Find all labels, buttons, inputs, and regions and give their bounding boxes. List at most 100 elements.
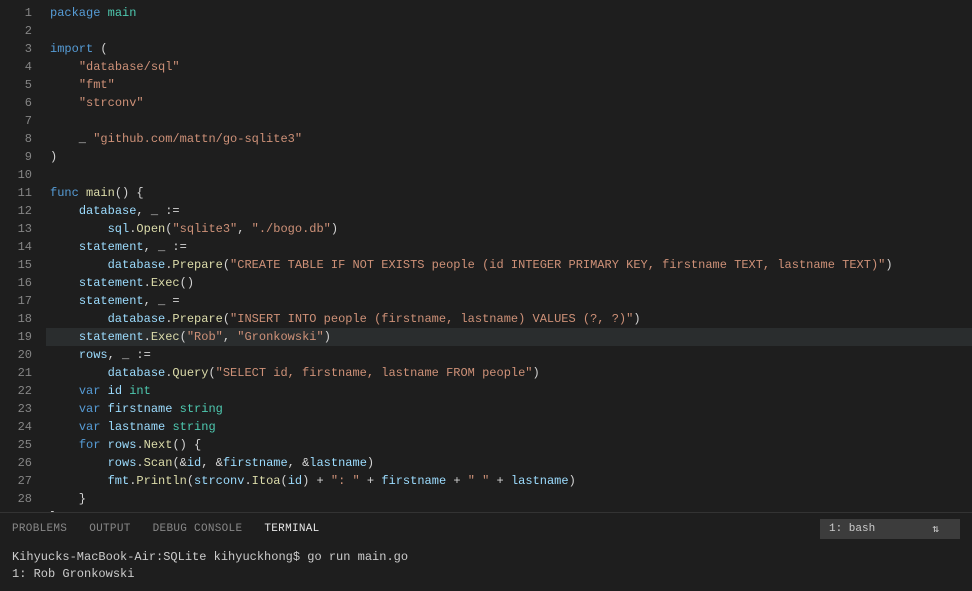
code-line[interactable]: import ( — [50, 40, 972, 58]
line-number: 14 — [0, 238, 32, 256]
token-pln: ) — [50, 150, 57, 164]
code-line[interactable] — [50, 166, 972, 184]
token-id: rows — [108, 438, 137, 452]
token-str: "fmt" — [79, 78, 115, 92]
line-number: 28 — [0, 490, 32, 508]
code-line[interactable]: statement.Exec() — [50, 274, 972, 292]
token-pln: ) — [885, 258, 892, 272]
token-pln — [50, 312, 108, 326]
token-pln — [50, 330, 79, 344]
token-pln: ) — [533, 366, 540, 380]
token-typ: string — [180, 402, 223, 416]
code-line[interactable]: var lastname string — [50, 418, 972, 436]
token-id: rows — [108, 456, 137, 470]
line-number: 7 — [0, 112, 32, 130]
code-line[interactable]: ) — [50, 148, 972, 166]
token-pln — [172, 402, 179, 416]
terminal-selector-label: 1: bash — [829, 523, 875, 535]
panel-tabs: PROBLEMS OUTPUT DEBUG CONSOLE TERMINAL 1… — [0, 513, 972, 545]
token-pln: . — [144, 330, 151, 344]
line-number: 9 — [0, 148, 32, 166]
token-pln: ) — [569, 474, 576, 488]
code-line[interactable]: database, _ := — [50, 202, 972, 220]
line-number: 11 — [0, 184, 32, 202]
code-editor[interactable]: package main import ( "database/sql" "fm… — [50, 0, 972, 512]
code-line[interactable]: func main() { — [50, 184, 972, 202]
terminal-selector[interactable]: 1: bash ⇅ — [820, 519, 960, 539]
line-number: 5 — [0, 76, 32, 94]
token-pln — [50, 258, 108, 272]
line-number: 15 — [0, 256, 32, 274]
token-pln — [50, 60, 79, 74]
token-pln: } — [50, 510, 57, 512]
token-kw: var — [79, 402, 101, 416]
token-id: sql — [108, 222, 130, 236]
code-line[interactable]: for rows.Next() { — [50, 436, 972, 454]
code-line[interactable]: statement.Exec("Rob", "Gronkowski") — [46, 328, 972, 346]
code-line[interactable]: "strconv" — [50, 94, 972, 112]
code-line[interactable]: } — [50, 490, 972, 508]
code-line[interactable]: rows, _ := — [50, 346, 972, 364]
line-number: 25 — [0, 436, 32, 454]
token-pln: ) — [331, 222, 338, 236]
token-str: "CREATE TABLE IF NOT EXISTS people (id I… — [230, 258, 885, 272]
tab-terminal[interactable]: TERMINAL — [264, 523, 319, 535]
terminal-output[interactable]: Kihyucks-MacBook-Air:SQLite kihyuckhong$… — [0, 545, 972, 591]
line-number: 10 — [0, 166, 32, 184]
token-pln — [50, 456, 108, 470]
line-number: 26 — [0, 454, 32, 472]
code-line[interactable]: var id int — [50, 382, 972, 400]
tab-debug-console[interactable]: DEBUG CONSOLE — [153, 523, 243, 535]
token-fn: main — [86, 186, 115, 200]
code-line[interactable]: database.Prepare("CREATE TABLE IF NOT EX… — [50, 256, 972, 274]
line-number: 16 — [0, 274, 32, 292]
terminal-line: Kihyucks-MacBook-Air:SQLite kihyuckhong$… — [12, 549, 960, 566]
token-typ: string — [172, 420, 215, 434]
token-str: "Gronkowski" — [237, 330, 323, 344]
token-pln: ) — [324, 330, 331, 344]
code-line[interactable]: database.Query("SELECT id, firstname, la… — [50, 364, 972, 382]
token-id: lastname — [309, 456, 367, 470]
line-number: 2 — [0, 22, 32, 40]
token-pln: + — [489, 474, 511, 488]
code-line[interactable] — [50, 112, 972, 130]
token-str: "sqlite3" — [172, 222, 237, 236]
code-line[interactable]: "database/sql" — [50, 58, 972, 76]
token-pln — [100, 420, 107, 434]
code-line[interactable] — [50, 22, 972, 40]
token-pln: ( — [187, 474, 194, 488]
token-pln: , — [223, 330, 237, 344]
token-pln — [79, 186, 86, 200]
token-pln: () { — [172, 438, 201, 452]
token-id: database — [108, 258, 166, 272]
code-line[interactable]: _ "github.com/mattn/go-sqlite3" — [50, 130, 972, 148]
code-line[interactable]: } — [50, 508, 972, 512]
token-pln — [50, 204, 79, 218]
code-line[interactable]: sql.Open("sqlite3", "./bogo.db") — [50, 220, 972, 238]
tab-output[interactable]: OUTPUT — [89, 523, 130, 535]
code-line[interactable]: database.Prepare("INSERT INTO people (fi… — [50, 310, 972, 328]
code-line[interactable]: var firstname string — [50, 400, 972, 418]
code-line[interactable]: "fmt" — [50, 76, 972, 94]
token-pkg: main — [108, 6, 137, 20]
token-id: firstname — [223, 456, 288, 470]
token-kw: var — [79, 384, 101, 398]
tab-problems[interactable]: PROBLEMS — [12, 523, 67, 535]
token-str: "Rob" — [187, 330, 223, 344]
code-line[interactable]: statement, _ = — [50, 292, 972, 310]
token-id: firstname — [381, 474, 446, 488]
code-line[interactable]: rows.Scan(&id, &firstname, &lastname) — [50, 454, 972, 472]
token-typ: int — [129, 384, 151, 398]
line-number: 22 — [0, 382, 32, 400]
token-pln: , _ := — [144, 240, 187, 254]
token-fn: Open — [136, 222, 165, 236]
code-line[interactable]: package main — [50, 4, 972, 22]
token-pln — [50, 240, 79, 254]
token-pln: ) + — [302, 474, 331, 488]
line-number: 21 — [0, 364, 32, 382]
code-line[interactable]: statement, _ := — [50, 238, 972, 256]
line-number: 12 — [0, 202, 32, 220]
token-pln: () — [180, 276, 194, 290]
token-str: "./bogo.db" — [252, 222, 331, 236]
code-line[interactable]: fmt.Println(strconv.Itoa(id) + ": " + fi… — [50, 472, 972, 490]
